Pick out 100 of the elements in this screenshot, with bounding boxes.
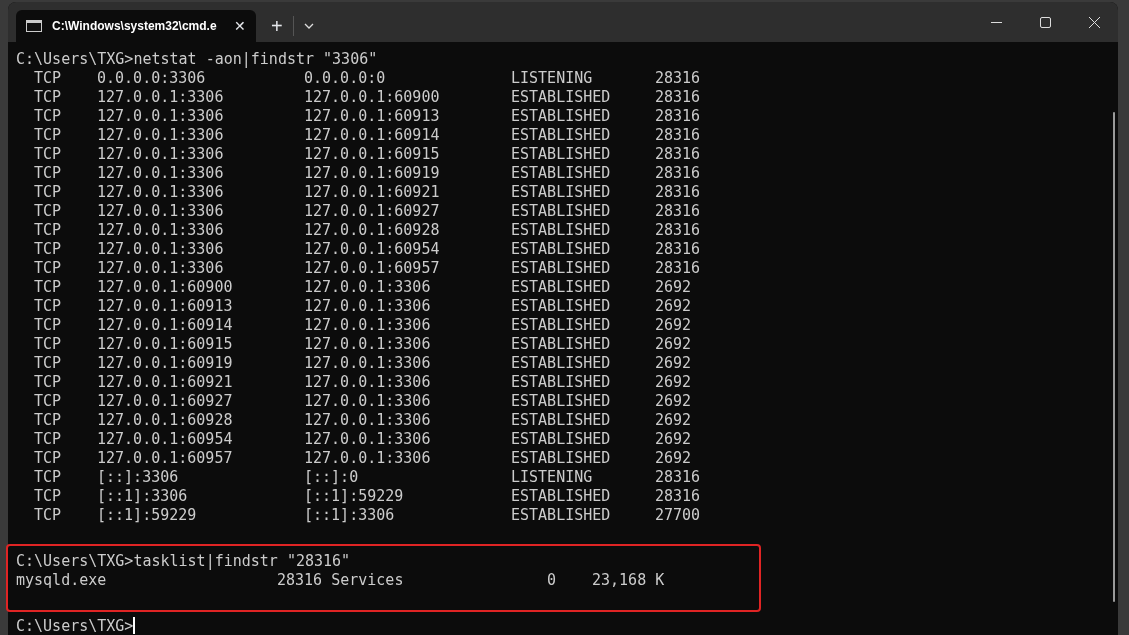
output-cell-text: TCP [33,259,63,278]
maximize-icon[interactable] [1040,16,1051,28]
output-cell-text: 23,168 K [592,571,666,590]
output-cell-text: 127.0.0.1:3306 [304,449,432,468]
tab-title: C:\Windows\system32\cmd.e [52,18,218,35]
output-cell-text: 127.0.0.1:3306 [304,354,432,373]
tab[interactable]: C:\Windows\system32\cmd.e ✕ [16,10,256,42]
dropdown-icon[interactable] [303,23,314,29]
output-cell-text: [::1]:59229 [97,506,198,525]
scrollbar[interactable] [1113,112,1115,602]
output-cell-text: 2692 [655,392,693,411]
output-cell-text: ESTABLISHED [511,297,612,316]
output-cell-text: ESTABLISHED [511,430,612,449]
output-cell-text: 127.0.0.1:3306 [97,221,225,240]
output-cell-text: 28316 [655,69,702,88]
output-cell-text: [::1]:59229 [304,487,405,506]
output-cell-text: 127.0.0.1:60914 [97,316,234,335]
output-cell-text: 2692 [655,297,693,316]
output-cell-text: 127.0.0.1:60900 [97,278,234,297]
output-cell-text: ESTABLISHED [511,259,612,278]
output-cell-text: TCP [33,164,63,183]
output-cell-text: 127.0.0.1:60915 [97,335,234,354]
output-cell-text: 127.0.0.1:3306 [304,297,432,316]
output-cell-text: 127.0.0.1:3306 [97,259,225,278]
output-cell-text: 127.0.0.1:60915 [304,145,441,164]
output-cell-text: 28316 [655,240,702,259]
output-cell-text: 2692 [655,316,693,335]
output-cell-text: 127.0.0.1:3306 [304,373,432,392]
output-cell-text: 28316 [655,126,702,145]
output-cell-text: TCP [33,145,63,164]
output-cell-text: 127.0.0.1:60954 [97,430,234,449]
output-cell-text: 2692 [655,411,693,430]
output-cell-text: 127.0.0.1:60914 [304,126,441,145]
command-line: C:\Users\TXG>tasklist|findstr "28316" [16,552,352,571]
output-cell-text: ESTABLISHED [511,354,612,373]
close-icon[interactable] [1089,16,1100,28]
output-cell-text: 0 [547,571,558,590]
output-cell-text: 127.0.0.1:3306 [304,392,432,411]
output-cell-text: [::]:3306 [97,468,180,487]
output-cell-text: ESTABLISHED [511,392,612,411]
output-cell-text: 127.0.0.1:3306 [97,126,225,145]
output-cell-text: 28316 [655,487,702,506]
output-cell-text: 0.0.0.0:0 [304,69,387,88]
output-cell-text: TCP [33,88,63,107]
text-cursor [133,617,136,634]
output-cell-text: 2692 [655,278,693,297]
output-cell-text: ESTABLISHED [511,107,612,126]
output-cell-text: 127.0.0.1:60928 [304,221,441,240]
output-cell-text: ESTABLISHED [511,373,612,392]
output-cell-text: 127.0.0.1:60957 [97,449,234,468]
output-cell-text: TCP [33,373,63,392]
output-cell-text: 0.0.0.0:3306 [97,69,207,88]
output-cell-text: TCP [33,183,63,202]
close-tab-button[interactable]: ✕ [234,15,246,37]
output-cell-text: TCP [33,69,63,88]
new-tab-button[interactable]: + [271,16,283,36]
output-cell-text: ESTABLISHED [511,335,612,354]
output-cell-text: 28316 Services [277,571,405,590]
output-cell-text: 28316 [655,221,702,240]
output-cell-text: 127.0.0.1:3306 [304,316,432,335]
output-cell-text: 127.0.0.1:60954 [304,240,441,259]
output-cell-text: 2692 [655,430,693,449]
output-cell-text: 127.0.0.1:3306 [97,164,225,183]
output-cell-text: ESTABLISHED [511,411,612,430]
output-cell-text: 127.0.0.1:3306 [97,202,225,221]
output-cell-text: ESTABLISHED [511,449,612,468]
output-cell-text: TCP [33,354,63,373]
output-cell-text: 127.0.0.1:3306 [97,183,225,202]
output-cell-text: ESTABLISHED [511,88,612,107]
output-cell-text: TCP [33,316,63,335]
output-cell-text: ESTABLISHED [511,316,612,335]
output-cell-text: ESTABLISHED [511,183,612,202]
output-cell-text: 127.0.0.1:60927 [97,392,234,411]
output-cell-text: TCP [33,468,63,487]
output-cell-text: 127.0.0.1:60913 [304,107,441,126]
output-cell-text: 127.0.0.1:3306 [97,240,225,259]
output-cell-text: LISTENING [511,468,594,487]
output-cell-text: TCP [33,506,63,525]
output-cell-text: ESTABLISHED [511,221,612,240]
output-cell-text: 127.0.0.1:60919 [97,354,234,373]
output-cell-text: 127.0.0.1:3306 [97,107,225,126]
output-cell-text: 127.0.0.1:3306 [304,411,432,430]
output-cell-text: TCP [33,221,63,240]
output-cell-text: 27700 [655,506,702,525]
output-cell-text: 2692 [655,449,693,468]
output-cell-text: 127.0.0.1:60900 [304,88,441,107]
output-cell-text: ESTABLISHED [511,164,612,183]
output-cell-text: TCP [33,240,63,259]
output-cell-text: 127.0.0.1:3306 [304,430,432,449]
output-cell-text: 2692 [655,373,693,392]
terminal-icon [26,20,42,32]
output-cell-text: ESTABLISHED [511,506,612,525]
output-cell-text: [::1]:3306 [97,487,189,506]
output-cell-text: 28316 [655,183,702,202]
output-cell-text: ESTABLISHED [511,126,612,145]
output-cell-text: 2692 [655,335,693,354]
output-cell-text: 127.0.0.1:60957 [304,259,441,278]
output-cell-text: 28316 [655,468,702,487]
output-cell-text: TCP [33,430,63,449]
output-cell-text: [::1]:3306 [304,506,396,525]
